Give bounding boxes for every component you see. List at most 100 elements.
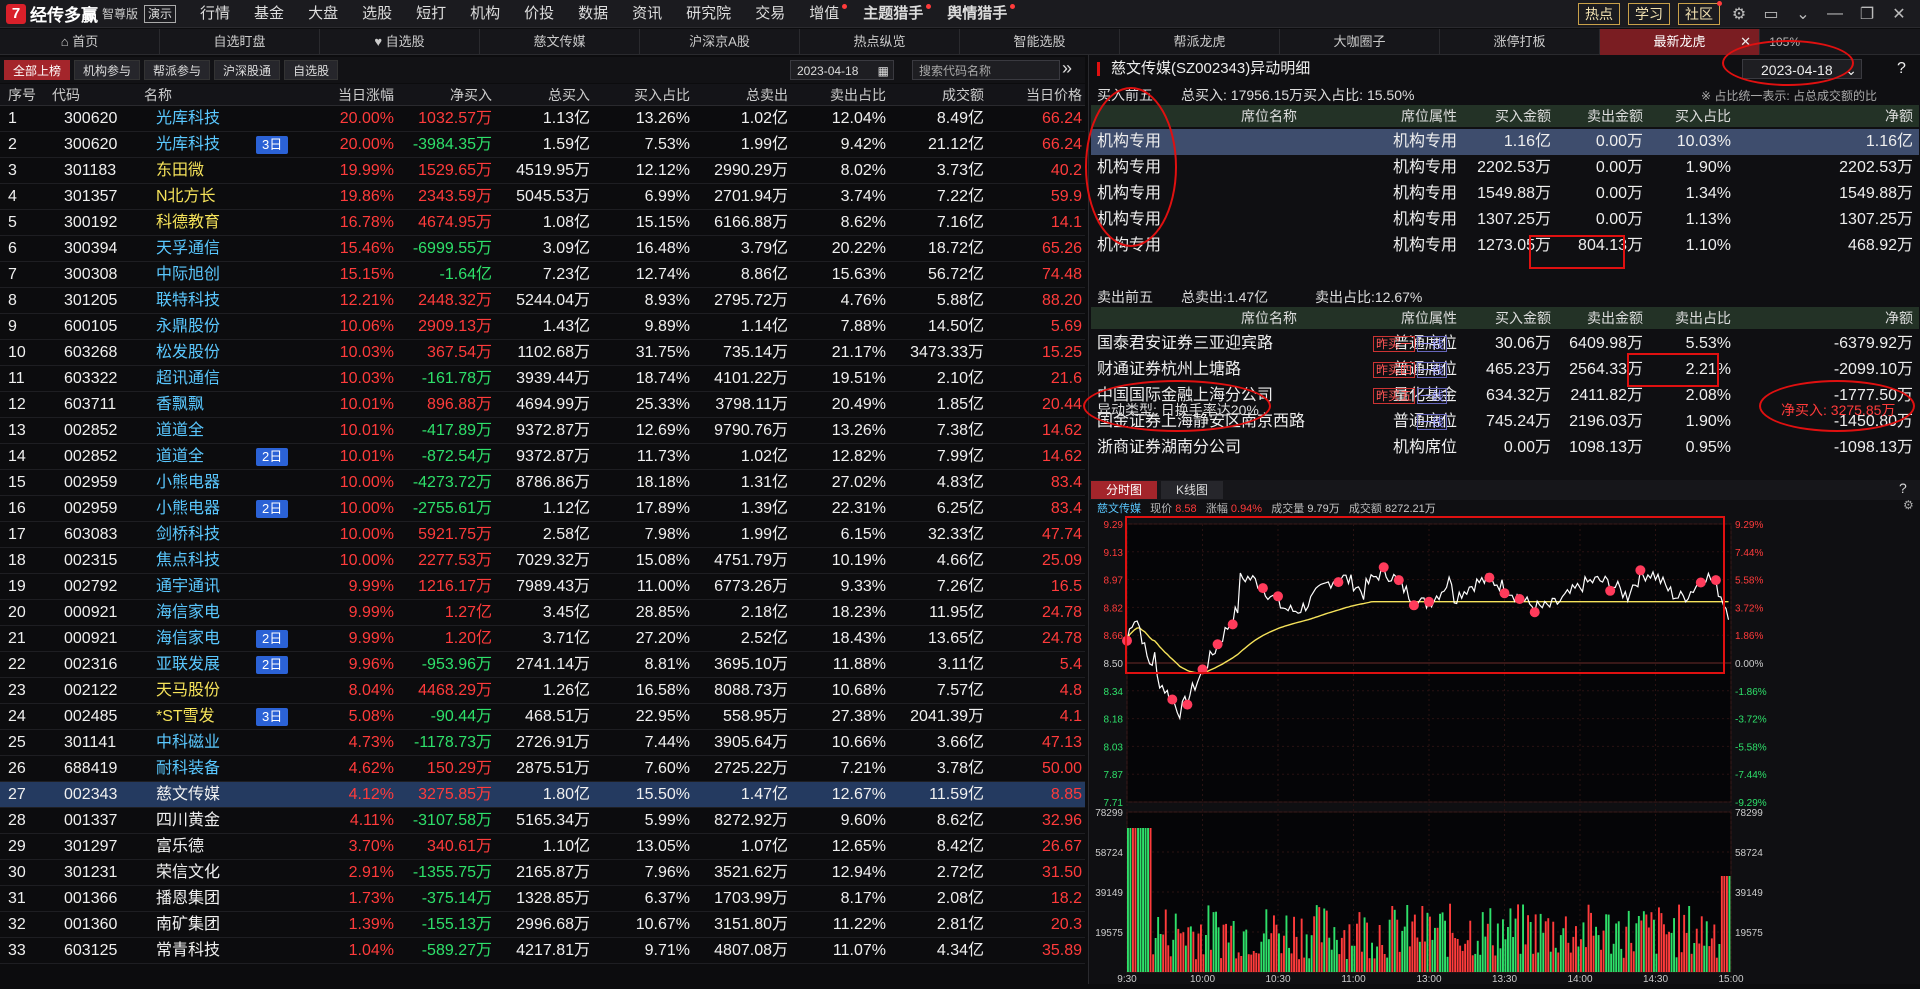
seat-tag[interactable]: 一线: [1416, 388, 1447, 404]
menu-item-2[interactable]: 大盘: [296, 0, 350, 28]
table-row[interactable]: 4 301357 N北方长 19.86% 2343.59万 5045.53万 6.99% 27…: [0, 184, 1085, 210]
table-row[interactable]: 31 001366 播恩集团 1.73% -375.14万 1328.85万 6.37% 17…: [0, 886, 1085, 912]
table-row[interactable]: 30 301231 荣信文化 2.91% -1355.75万 2165.87万 7.96% 3…: [0, 860, 1085, 886]
table-row[interactable]: 19 002792 通宇通讯 9.99% 1216.17万 7989.43万 11.00% 6…: [0, 574, 1085, 600]
header-col-totalsell[interactable]: 总卖出: [692, 84, 788, 106]
tab-0[interactable]: ⌂ 首页: [0, 29, 160, 55]
menu-item-8[interactable]: 资讯: [620, 0, 674, 28]
chart-settings-icon[interactable]: ⚙: [1903, 498, 1914, 512]
seat-row[interactable]: 机构专用 机构专用 1307.25万 0.00万 1.13% 1307.25万: [1091, 207, 1919, 233]
restore-icon[interactable]: ❐: [1856, 3, 1878, 25]
table-row[interactable]: 8 301205 联特科技 12.21% 2448.32万 5244.04万 8.93% 27…: [0, 288, 1085, 314]
table-row[interactable]: 7 300308 中际旭创 15.15% -1.64亿 7.23亿 12.74% 8.86亿 1…: [0, 262, 1085, 288]
header-col-totalbuy[interactable]: 总买入: [496, 84, 590, 106]
menu-item-7[interactable]: 数据: [566, 0, 620, 28]
seat-row[interactable]: 机构专用 机构专用 1273.05万 804.13万 1.10% 468.92万: [1091, 233, 1919, 259]
table-row[interactable]: 28 001337 四川黄金 4.11% -3107.58万 5165.34万 5.99% 8…: [0, 808, 1085, 834]
table-row[interactable]: 33 603125 常青科技 1.04% -589.27万 4217.81万 9.71% 48…: [0, 938, 1085, 964]
seat-tag[interactable]: 一线: [1416, 336, 1447, 352]
menu-item-10[interactable]: 交易: [743, 0, 797, 28]
tab-2[interactable]: ♥ 自选股: [320, 29, 480, 55]
filter-all-button[interactable]: 全部上榜: [4, 60, 71, 80]
close-icon[interactable]: ✕: [1888, 3, 1910, 25]
table-row[interactable]: 21 000921 海信家电 2日 9.99% 1.20亿 3.71亿 27.20% 2.52亿…: [0, 626, 1085, 652]
filter-hsgt-button[interactable]: 沪深股通: [214, 60, 281, 80]
expand-button[interactable]: »: [1062, 58, 1072, 79]
search-input[interactable]: 搜索代码名称: [912, 60, 1060, 80]
header-col-index[interactable]: 序号: [8, 84, 44, 106]
learn-button[interactable]: 学习: [1628, 3, 1670, 25]
seat-tag[interactable]: 昨买五: [1372, 388, 1415, 404]
chevron-down-icon[interactable]: ⌄: [1792, 3, 1814, 25]
tab-4[interactable]: 沪深京A股: [640, 29, 800, 55]
table-row[interactable]: 5 300192 科德教育 16.78% 4674.95万 1.08亿 15.15% 6166…: [0, 210, 1085, 236]
seat-row[interactable]: 国泰君安证券三亚迎宾路 普通席位 30.06万 6409.98万 5.53% -6379.…: [1091, 331, 1919, 357]
header-col-name[interactable]: 名称: [144, 84, 244, 106]
header-col-buyratio[interactable]: 买入占比: [592, 84, 690, 106]
seat-row[interactable]: 浙商证券湖南分公司 机构席位 0.00万 1098.13万 0.95% -1098.13万: [1091, 435, 1919, 461]
tab-kline[interactable]: K线图: [1161, 481, 1223, 499]
table-row[interactable]: 23 002122 天马股份 8.04% 4468.29万 1.26亿 16.58% 8088…: [0, 678, 1085, 704]
header-col-netbuy[interactable]: 净买入: [398, 84, 492, 106]
table-row[interactable]: 32 001360 南矿集团 1.39% -155.13万 2996.68万 10.67% 3…: [0, 912, 1085, 938]
menu-item-3[interactable]: 选股: [350, 0, 404, 28]
seat-tag[interactable]: 一线: [1416, 362, 1447, 378]
menu-item-12[interactable]: 主题猎手: [851, 0, 935, 28]
table-row[interactable]: 6 300394 天孚通信 15.46% -6999.55万 3.09亿 16.48% 3.7…: [0, 236, 1085, 262]
date-picker[interactable]: 2023-04-18 ▦: [790, 60, 894, 80]
tab-9[interactable]: 涨停打板: [1440, 29, 1600, 55]
table-row[interactable]: 9 600105 永鼎股份 10.06% 2909.13万 1.43亿 9.89% 1.14亿…: [0, 314, 1085, 340]
tab-8[interactable]: 大咖圈子: [1280, 29, 1440, 55]
hot-button[interactable]: 热点: [1578, 3, 1620, 25]
seat-row[interactable]: 机构专用 机构专用 2202.53万 0.00万 1.90% 2202.53万: [1091, 155, 1919, 181]
table-row[interactable]: 1 300620 光库科技 20.00% 1032.57万 1.13亿 13.26% 1.02…: [0, 106, 1085, 132]
menu-item-11[interactable]: 增值: [797, 0, 851, 28]
table-row[interactable]: 22 002316 亚联发展 2日 9.96% -953.96万 2741.14万 8.81%…: [0, 652, 1085, 678]
menu-item-5[interactable]: 机构: [458, 0, 512, 28]
table-row[interactable]: 27 002343 慈文传媒 4.12% 3275.85万 1.80亿 15.50% 1.47…: [0, 782, 1085, 808]
minimize-icon[interactable]: —: [1824, 3, 1846, 25]
tab-7[interactable]: 帮派龙虎: [1120, 29, 1280, 55]
community-button[interactable]: 社区: [1678, 1, 1722, 25]
gear-icon[interactable]: ⚙: [1728, 3, 1750, 25]
table-row[interactable]: 16 002959 小熊电器 2日 10.00% -2755.61万 1.12亿 17.89%…: [0, 496, 1085, 522]
menu-item-13[interactable]: 舆情猎手: [935, 0, 1019, 28]
table-row[interactable]: 11 603322 超讯通信 10.03% -161.78万 3939.44万 18.74%…: [0, 366, 1085, 392]
filter-institution-button[interactable]: 机构参与: [74, 60, 141, 80]
seat-tag[interactable]: 一线: [1416, 414, 1447, 430]
window-icon[interactable]: ▭: [1760, 3, 1782, 25]
table-row[interactable]: 17 603083 剑桥科技 10.00% 5921.75万 2.58亿 7.98% 1.99…: [0, 522, 1085, 548]
seat-tag[interactable]: 昨买四: [1372, 362, 1415, 378]
menu-item-1[interactable]: 基金: [242, 0, 296, 28]
table-row[interactable]: 15 002959 小熊电器 10.00% -4273.72万 8786.86万 18.18…: [0, 470, 1085, 496]
seat-row[interactable]: 机构专用 机构专用 1.16亿 0.00万 10.03% 1.16亿: [1091, 129, 1919, 155]
tab-intraday[interactable]: 分时图: [1091, 481, 1157, 499]
table-row[interactable]: 3 301183 东田微 19.99% 1529.65万 4519.95万 12.12% 29…: [0, 158, 1085, 184]
chart-help-icon[interactable]: ?: [1899, 480, 1907, 496]
seat-row[interactable]: 机构专用 机构专用 1549.88万 0.00万 1.34% 1549.88万: [1091, 181, 1919, 207]
header-col-sellratio[interactable]: 卖出占比: [790, 84, 886, 106]
table-row[interactable]: 2 300620 光库科技 3日 20.00% -3984.35万 1.59亿 7.53% 1.…: [0, 132, 1085, 158]
table-row[interactable]: 10 603268 松发股份 10.03% 367.54万 1102.68万 31.75% 7…: [0, 340, 1085, 366]
tab-3[interactable]: 慈文传媒: [480, 29, 640, 55]
menu-item-4[interactable]: 短打: [404, 0, 458, 28]
table-row[interactable]: 25 301141 中科磁业 4.73% -1178.73万 2726.91万 7.44% 3…: [0, 730, 1085, 756]
menu-item-6[interactable]: 价投: [512, 0, 566, 28]
table-row[interactable]: 12 603711 香飘飘 10.01% 896.88万 4694.99万 25.33% 37…: [0, 392, 1085, 418]
menu-item-9[interactable]: 研究院: [674, 0, 743, 28]
tab-1[interactable]: 自选盯盘: [160, 29, 320, 55]
table-row[interactable]: 26 688419 耐科装备 4.62% 150.29万 2875.51万 7.60% 272…: [0, 756, 1085, 782]
table-row[interactable]: 29 301297 富乐德 3.70% 340.61万 1.10亿 13.05% 1.07亿 1…: [0, 834, 1085, 860]
tab-5[interactable]: 热点纵览: [800, 29, 960, 55]
filter-watchlist-button[interactable]: 自选股: [284, 60, 339, 80]
help-icon[interactable]: ?: [1897, 55, 1906, 83]
header-col-code[interactable]: 代码: [52, 84, 132, 106]
seat-row[interactable]: 财通证券杭州上塘路 普通席位 465.23万 2564.33万 2.21% -2099.1…: [1091, 357, 1919, 383]
table-row[interactable]: 20 000921 海信家电 9.99% 1.27亿 3.45亿 28.85% 2.18亿 18…: [0, 600, 1085, 626]
app-logo[interactable]: 7 经传多赢 智尊版 演示: [0, 0, 177, 28]
menu-item-0[interactable]: 行情: [188, 0, 242, 28]
header-col-amount[interactable]: 成交额: [888, 84, 984, 106]
filter-gang-button[interactable]: 帮派参与: [144, 60, 211, 80]
table-row[interactable]: 14 002852 道道全 2日 10.01% -872.54万 9372.87万 11.73…: [0, 444, 1085, 470]
header-col-change[interactable]: 当日涨幅: [296, 84, 394, 106]
